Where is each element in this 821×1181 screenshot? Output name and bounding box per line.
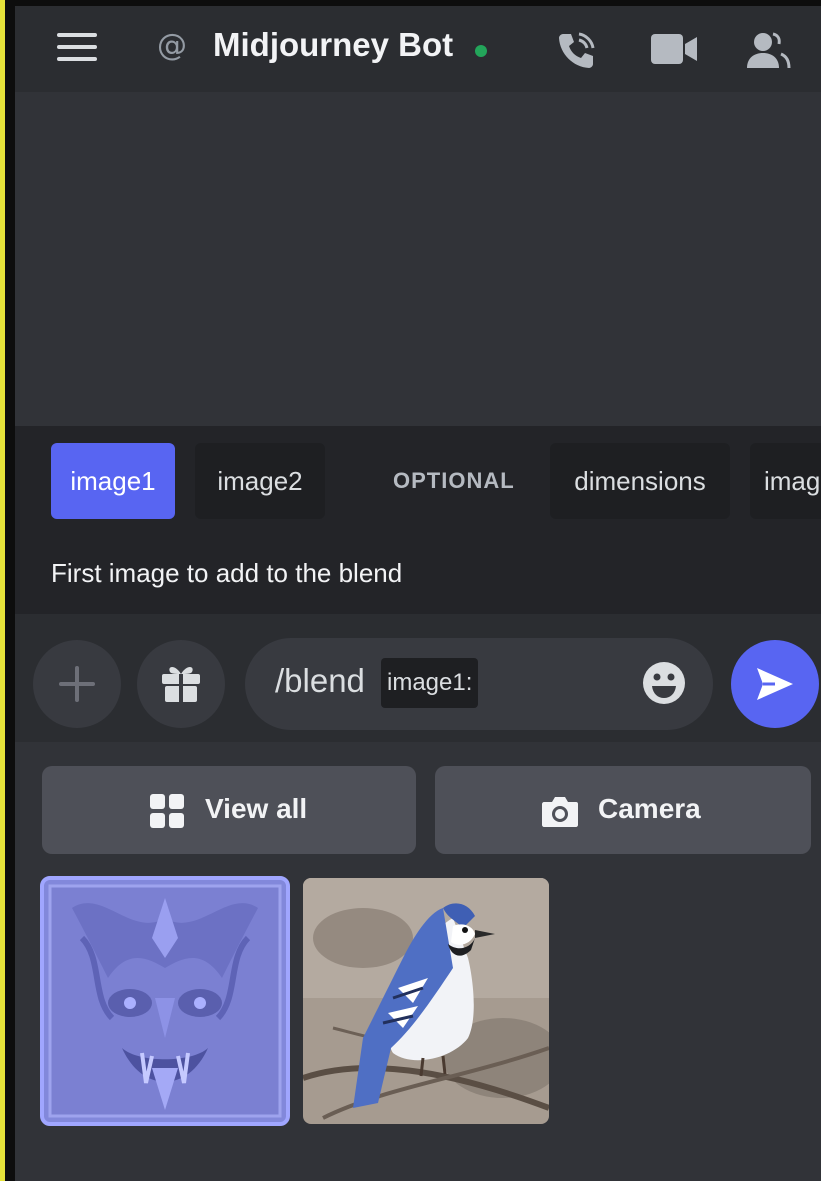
option-chip-image2[interactable]: image2: [195, 443, 325, 519]
channel-header: @ Midjourney Bot: [15, 6, 821, 92]
call-icon[interactable]: [555, 28, 599, 76]
emoji-icon[interactable]: [641, 660, 687, 710]
option-chip-dimensions[interactable]: dimensions: [550, 443, 730, 519]
option-chip-image3[interactable]: imag: [750, 443, 821, 519]
gallery-thumbnail-blue-jay[interactable]: [303, 878, 549, 1124]
option-description: First image to add to the blend: [51, 558, 403, 588]
online-status-dot: [475, 45, 487, 57]
media-picker: View all Camera: [15, 742, 821, 1181]
camera-button[interactable]: Camera: [435, 766, 811, 854]
camera-label: Camera: [598, 793, 701, 824]
at-icon: @: [157, 28, 187, 63]
view-all-button[interactable]: View all: [42, 766, 416, 854]
chat-messages-area: [15, 92, 821, 426]
carved-face-image: [42, 878, 288, 1124]
plus-icon: [57, 664, 97, 704]
view-all-label: View all: [205, 793, 308, 824]
send-button[interactable]: [731, 640, 819, 728]
camera-icon: [542, 797, 578, 827]
blue-jay-image: [303, 878, 549, 1124]
add-attachment-button[interactable]: [33, 640, 121, 728]
gift-button[interactable]: [137, 640, 225, 728]
send-icon: [757, 668, 793, 700]
option-chip-image1[interactable]: image1: [51, 443, 175, 519]
optional-label: OPTIONAL: [393, 468, 515, 493]
gallery-thumbnail-carved-face[interactable]: [40, 876, 290, 1126]
members-icon[interactable]: [745, 30, 791, 74]
message-input[interactable]: /blend image1:: [245, 638, 713, 730]
grid-icon: [150, 794, 184, 828]
command-text: /blend: [275, 662, 365, 699]
hamburger-icon[interactable]: [57, 33, 97, 61]
command-param-pill[interactable]: image1:: [381, 658, 479, 708]
command-options-panel: image1 image2 OPTIONAL dimensions imag F…: [15, 426, 821, 614]
gift-icon: [162, 667, 200, 702]
video-icon[interactable]: [651, 34, 699, 68]
message-composer: /blend image1:: [15, 614, 821, 742]
channel-title: Midjourney Bot: [213, 26, 454, 63]
discord-app: @ Midjourney Bot image1 image2 OPTIONAL …: [15, 6, 821, 1181]
window-edge-left: [0, 0, 5, 1181]
